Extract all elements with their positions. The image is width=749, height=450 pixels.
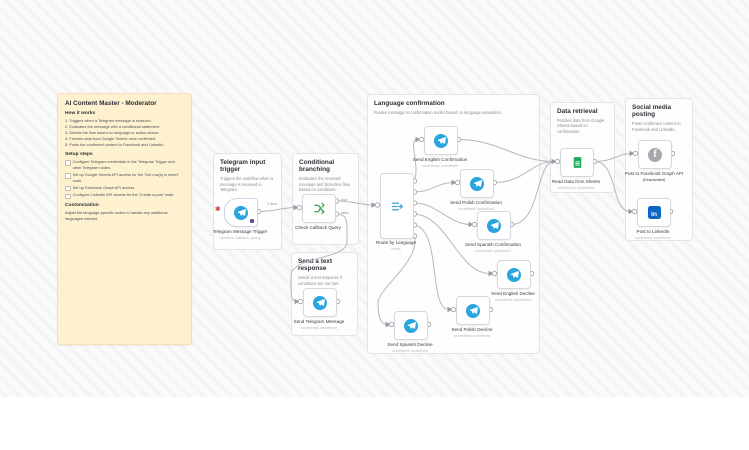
setup-checklist-item: Set up Google Sheets API access for the …: [65, 172, 184, 184]
switch-icon: [391, 202, 403, 210]
node-issue-icon: ✱: [215, 206, 221, 213]
node-read-data-from-sheets[interactable]: [560, 148, 594, 177]
group-title: Send a text response: [298, 258, 333, 273]
node-check-callback-query[interactable]: [302, 194, 336, 223]
sticky-how-item: 5. Posts the confirmed content to Facebo…: [65, 142, 165, 148]
group-description: Fetches data from Google Sheets based on…: [557, 117, 605, 134]
group-title: Social media posting: [632, 104, 672, 119]
linkedin-icon: in: [647, 206, 661, 219]
node-send-telegram-message[interactable]: [303, 288, 337, 317]
telegram-icon: [313, 295, 327, 310]
node-route-by-language[interactable]: [380, 173, 414, 239]
node-label: Send English Confirmation undefined: unde…: [412, 157, 468, 168]
node-send-polish-confirmation[interactable]: [460, 169, 494, 198]
output-label-false: false: [341, 211, 349, 215]
group-description: Evaluates the received message and branc…: [299, 176, 350, 193]
node-label: Telegram Message Trigger Updates: callbac…: [212, 229, 268, 240]
telegram-icon: [434, 133, 448, 148]
node-post-to-facebook[interactable]: f: [638, 140, 672, 169]
node-label: Post to LinkedIn undefined: undefined: [635, 229, 671, 240]
output-label-true: true: [341, 198, 348, 202]
setup-checklist-item: Configure Telegram credentials in the Te…: [65, 159, 184, 171]
node-label: Send Spanish Decline undefined: undefined: [387, 342, 433, 353]
telegram-icon: [507, 267, 521, 282]
sticky-setup-heading: Setup steps: [65, 152, 93, 158]
if-branch-icon: [313, 202, 325, 215]
sticky-how-heading: How it works: [65, 111, 96, 116]
group-title: Telegram input trigger: [220, 159, 266, 174]
node-label: Send Polish Decline undefined: undefined: [451, 327, 493, 338]
setup-checklist-item: Configure LinkedIn API access for the 'C…: [65, 192, 184, 200]
telegram-icon: [487, 218, 501, 233]
google-sheets-icon: [573, 157, 581, 168]
node-label: Read Data from Sheets undefined: undefine…: [551, 179, 600, 190]
node-label: Route by Language mode: [375, 240, 417, 251]
sticky-title: AI Content Master - Moderator: [65, 100, 157, 107]
node-send-english-confirmation[interactable]: [424, 126, 458, 155]
node-label: Check Callback Query: [295, 225, 341, 230]
node-send-spanish-decline[interactable]: [394, 311, 428, 340]
sticky-note[interactable]: AI Content Master - Moderator How it wor…: [57, 93, 192, 345]
workflow-canvas[interactable]: AI Content Master - Moderator How it wor…: [0, 0, 749, 450]
checkbox-icon[interactable]: [65, 185, 71, 192]
telegram-icon: [470, 176, 484, 191]
group-description: Posts confirmed content to Facebook and …: [632, 121, 681, 132]
checkbox-icon[interactable]: [65, 193, 71, 200]
group-title: Language confirmation: [374, 100, 445, 107]
node-send-spanish-confirmation[interactable]: [477, 211, 511, 240]
group-description: Routes message to confirmation nodes bas…: [374, 109, 502, 115]
node-label: Send English Decline undefined: undefined: [491, 291, 535, 302]
node-send-english-decline[interactable]: [497, 260, 531, 289]
group-description: Triggers the workflow when a message is …: [220, 176, 274, 193]
telegram-icon: [234, 205, 248, 220]
facebook-icon: f: [648, 147, 662, 162]
sticky-custom-text: Adjust the language-specific nodes to ha…: [65, 210, 168, 222]
node-telegram-message-trigger[interactable]: [224, 198, 258, 227]
telegram-icon: [404, 318, 418, 333]
node-post-to-linkedin[interactable]: in: [637, 198, 671, 227]
group-description: Sends a text response if conditions are …: [298, 275, 342, 286]
node-label: Post to Facebook Graph API (Deactivated): [624, 171, 684, 182]
telegram-icon: [466, 303, 480, 318]
checkbox-icon[interactable]: [65, 160, 71, 167]
node-send-polish-decline[interactable]: [456, 296, 490, 325]
sticky-custom-heading: Customization: [65, 203, 99, 209]
canvas-bottom-margin: [0, 397, 749, 450]
node-label: Send Spanish Confirmation undefined: unde…: [465, 242, 521, 253]
node-label: Send Polish Confirmation undefined: undef…: [450, 200, 502, 211]
checkbox-icon[interactable]: [65, 173, 71, 179]
node-label: Send Telegram Message undefined: undefine…: [293, 319, 345, 330]
group-title: Data retrieval: [557, 108, 598, 115]
setup-checklist-item: Set up Facebook Graph API access.: [65, 185, 184, 192]
connection-label-items: 1 item: [267, 202, 278, 206]
group-title: Conditional branching: [299, 159, 335, 174]
pinned-data-badge: [249, 218, 254, 223]
